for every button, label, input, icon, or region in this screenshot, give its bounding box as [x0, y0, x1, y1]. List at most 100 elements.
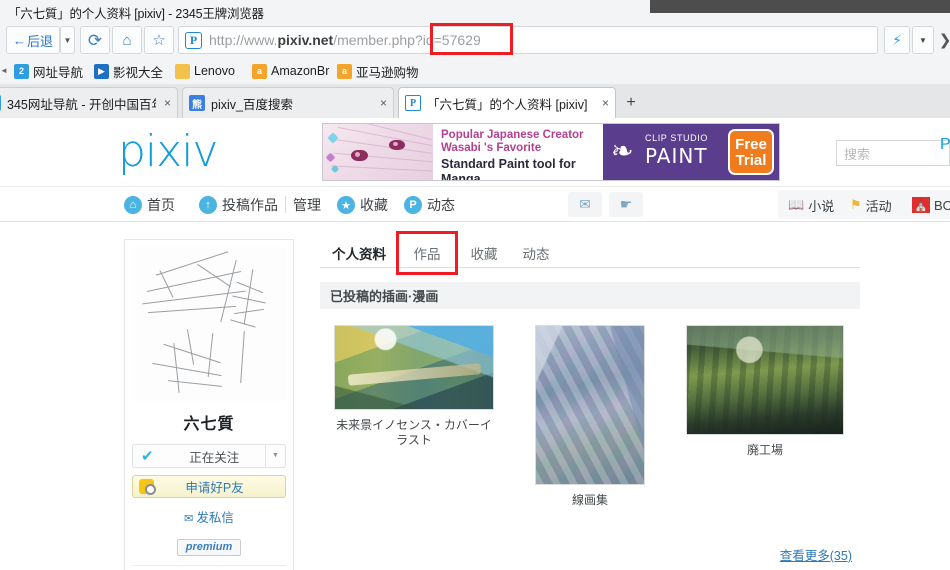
- profile-sidebar: 六七質 ✔ 正在关注 ▼ 申请好P友 ✉发私信 premium: [124, 239, 294, 570]
- nav-label: 首页: [147, 195, 175, 215]
- tab-pixiv-profile[interactable]: P 「六七質」的个人资料 [pixiv] ×: [398, 87, 616, 118]
- banner-brand-block: ❧ CLIP STUDIO PAINT Free Trial: [603, 124, 779, 180]
- bookmarks-scroll-left-icon[interactable]: ◄: [0, 66, 8, 75]
- bookmark-label: Lenovo: [194, 64, 235, 78]
- new-tab-button[interactable]: +: [620, 92, 642, 114]
- profile-username: 六七質: [132, 410, 286, 434]
- profile-body: 六七質 ✔ 正在关注 ▼ 申请好P友 ✉发私信 premium: [0, 222, 950, 570]
- work-card[interactable]: 未来景イノセンス・カバーイラスト: [334, 325, 494, 448]
- check-icon: ✔: [141, 447, 154, 465]
- chevron-down-icon[interactable]: ▼: [265, 445, 285, 467]
- follow-label: 正在关注: [164, 447, 265, 466]
- url-id-highlight-box: [430, 23, 513, 55]
- bookmark-item-amazonbr[interactable]: a AmazonBr: [252, 61, 329, 81]
- banner-artwork: [323, 124, 433, 180]
- site-header: pixiv Popular Japanese: [0, 118, 950, 186]
- send-message-link[interactable]: ✉发私信: [132, 507, 286, 526]
- back-history-dropdown[interactable]: ▼: [60, 26, 75, 54]
- star-icon: ☆: [152, 31, 165, 49]
- hand-icon[interactable]: ☛: [609, 192, 643, 217]
- close-icon[interactable]: ×: [164, 96, 171, 110]
- header-overflow-icon[interactable]: P: [940, 136, 950, 154]
- toolbar-overflow-button[interactable]: ❯: [934, 26, 950, 54]
- tab-strip: 2 345网址导航 - 开创中国百年... × 熊 pixiv_百度搜索 × P…: [0, 84, 950, 118]
- amazon-icon: a: [252, 64, 267, 79]
- tab-baidu-search[interactable]: 熊 pixiv_百度搜索 ×: [182, 87, 394, 118]
- tab-collection[interactable]: 收藏: [462, 239, 506, 267]
- nav-item-booth[interactable]: ⛪ BO: [912, 194, 950, 216]
- bookmark-item-video[interactable]: ▶ 影视大全: [94, 61, 163, 81]
- work-caption: 線画集: [535, 493, 645, 508]
- bookmark-button[interactable]: ☆: [144, 26, 174, 54]
- nav-item-novel[interactable]: 📖 小说: [788, 194, 834, 216]
- tab-label: pixiv_百度搜索: [211, 94, 372, 113]
- premium-badge[interactable]: premium: [177, 539, 241, 556]
- avatar[interactable]: [132, 247, 286, 401]
- search-input[interactable]: 搜索: [836, 140, 950, 166]
- browser-window: 「六七質」的个人资料 [pixiv] - 2345王牌浏览器 ←后退 ▼ ⟳ ⌂…: [0, 0, 950, 570]
- home-button[interactable]: ⌂: [112, 26, 142, 54]
- nav-item-feed[interactable]: P 动态: [404, 194, 455, 216]
- pixiv-icon: P: [185, 32, 202, 49]
- nav-label: BO: [934, 198, 950, 213]
- nav-label: 动态: [427, 195, 455, 215]
- window-controls-strip[interactable]: [650, 0, 950, 13]
- window-title: 「六七質」的个人资料 [pixiv] - 2345王牌浏览器: [8, 3, 264, 22]
- tab-label: 345网址导航 - 开创中国百年...: [7, 94, 156, 113]
- profile-tabs: 个人资料 作品 收藏 动态: [320, 239, 860, 268]
- bookmarks-bar: ◄ 2 网址导航 ▶ 影视大全 Lenovo a AmazonBr a 亚马逊购…: [0, 58, 950, 84]
- amazon-icon: a: [337, 64, 352, 79]
- banner-brand-big: PAINT: [645, 144, 708, 168]
- tab-nav2345[interactable]: 2 345网址导航 - 开创中国百年... ×: [0, 87, 178, 118]
- add-friend-button[interactable]: 申请好P友: [132, 475, 286, 498]
- page-content: pixiv Popular Japanese: [0, 118, 950, 570]
- bookmark-item-lenovo[interactable]: Lenovo: [175, 61, 235, 81]
- folder-icon: [175, 64, 190, 79]
- banner-line2: Wasabi 's Favorite: [441, 142, 603, 155]
- works-tab-highlight-box: [396, 231, 458, 275]
- reload-icon: ⟳: [88, 32, 102, 49]
- bookmark-label: 网址导航: [33, 62, 83, 81]
- back-label: 后退: [27, 31, 53, 50]
- tab-profile[interactable]: 个人资料: [326, 239, 392, 267]
- work-thumbnail[interactable]: [334, 325, 494, 410]
- section-title: 已投稿的插画·漫画: [320, 282, 860, 309]
- work-card[interactable]: 線画集: [535, 325, 645, 508]
- view-more-link[interactable]: 查看更多(35): [780, 545, 852, 564]
- nav-label: 投稿作品: [222, 195, 278, 215]
- back-button[interactable]: ←后退: [6, 26, 60, 54]
- follow-button[interactable]: ✔ 正在关注 ▼: [132, 444, 286, 468]
- upload-icon: ↑: [199, 196, 217, 214]
- pixiv-logo[interactable]: pixiv: [118, 126, 217, 177]
- nav-item-manage[interactable]: 管理: [293, 194, 321, 216]
- work-card[interactable]: 廃工場: [686, 325, 844, 458]
- add-friend-label: 申请好P友: [160, 477, 285, 496]
- mail-icon[interactable]: ✉: [568, 192, 602, 217]
- toolbar-dropdown-button[interactable]: ▼: [912, 26, 934, 54]
- tab-feed[interactable]: 动态: [514, 239, 558, 267]
- nav-item-events[interactable]: ⚑ 活动: [850, 194, 892, 216]
- close-icon[interactable]: ×: [602, 96, 609, 110]
- nav-item-bookmarks[interactable]: ★ 收藏: [337, 194, 388, 216]
- advertisement-banner[interactable]: Popular Japanese Creator Wasabi 's Favor…: [322, 123, 780, 181]
- address-bar[interactable]: P http://www.pixiv.net/member.php?id=576…: [178, 26, 878, 54]
- work-thumbnail[interactable]: [535, 325, 645, 485]
- free-trial-badge[interactable]: Free Trial: [728, 129, 774, 175]
- nav-item-home[interactable]: ⌂ 首页: [124, 194, 175, 216]
- bookmark-item-nav[interactable]: 2 网址导航: [14, 61, 83, 81]
- site-navigation: ⌂ 首页 ↑ 投稿作品 管理 ★ 收藏 P 动态 ✉ ☛ �: [0, 186, 950, 222]
- star-icon: ★: [337, 196, 355, 214]
- works-grid: 未来景イノセンス・カバーイラスト 線画集 廃工場 查看更多(35): [320, 323, 860, 563]
- reload-button[interactable]: ⟳: [80, 26, 110, 54]
- clip-studio-swirl-icon: ❧: [611, 138, 639, 166]
- work-thumbnail[interactable]: [686, 325, 844, 435]
- bookmark-label: 亚马逊购物: [356, 62, 419, 81]
- cta-line2: Trial: [730, 153, 772, 169]
- chevron-down-icon: ▼: [64, 36, 72, 45]
- close-icon[interactable]: ×: [380, 96, 387, 110]
- bookmark-item-amazon-cn[interactable]: a 亚马逊购物: [337, 61, 419, 81]
- profile-content: 个人资料 作品 收藏 动态 已投稿的插画·漫画 未来景イノセンス・カバーイラスト…: [320, 239, 860, 563]
- bolt-icon[interactable]: ⚡: [884, 26, 910, 54]
- send-message-label: 发私信: [196, 511, 234, 525]
- nav-item-upload[interactable]: ↑ 投稿作品: [199, 194, 278, 216]
